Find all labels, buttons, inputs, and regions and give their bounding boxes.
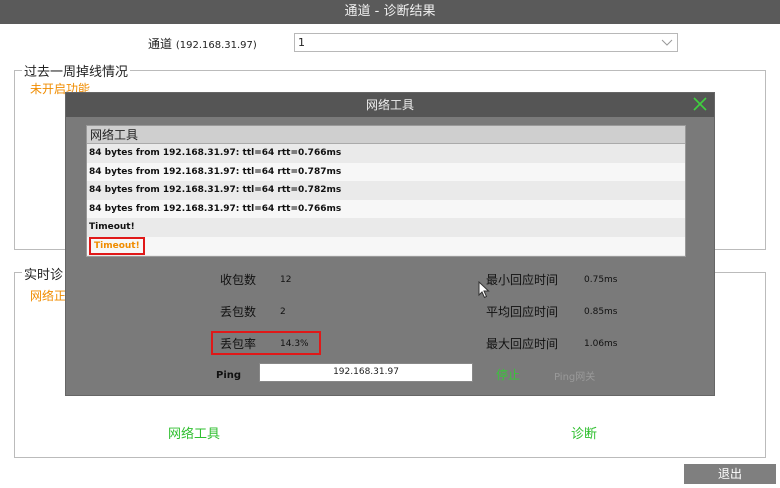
received-value: 12 <box>280 275 292 285</box>
log-row: 84 bytes from 192.168.31.97: ttl=64 rtt=… <box>87 199 685 218</box>
ping-log: 网络工具 84 bytes from 192.168.31.97: ttl=64… <box>86 125 686 257</box>
ping-label: Ping <box>216 370 242 381</box>
channel-select[interactable]: 1 <box>294 33 678 52</box>
max-rtt-label: 最大回应时间 <box>486 337 559 351</box>
lost-label: 丢包数 <box>220 305 257 319</box>
diagnose-button[interactable]: 诊断 <box>571 423 597 442</box>
avg-rtt-value: 0.85ms <box>584 307 618 317</box>
loss-rate-value: 14.3% <box>280 339 309 349</box>
channel-ip: (192.168.31.97) <box>175 40 257 51</box>
realtime-status: 网络正 <box>30 289 67 303</box>
ping-gateway-button[interactable]: Ping网关 <box>554 368 595 383</box>
channel-label-text: 通道 <box>148 37 173 51</box>
window-title: 通道 - 诊断结果 <box>0 0 780 24</box>
min-rtt-value: 0.75ms <box>584 275 618 285</box>
ping-address-input[interactable]: 192.168.31.97 <box>259 363 473 382</box>
log-header: 网络工具 <box>87 126 685 144</box>
log-row: 84 bytes from 192.168.31.97: ttl=64 rtt=… <box>89 185 342 195</box>
min-rtt-label: 最小回应时间 <box>486 273 559 287</box>
max-rtt-value: 1.06ms <box>584 339 618 349</box>
network-tool-dialog: 网络工具 网络工具 84 bytes from 192.168.31.97: t… <box>65 92 715 396</box>
stop-button[interactable]: 停止 <box>496 366 520 383</box>
log-row-error-text: Timeout! <box>89 236 145 255</box>
exit-button[interactable]: 退出 <box>684 464 776 484</box>
channel-label: 通道 (192.168.31.97) <box>148 35 257 52</box>
received-label: 收包数 <box>220 273 257 287</box>
offline-group-title: 过去一周掉线情况 <box>22 61 131 80</box>
log-row: 84 bytes from 192.168.31.97: ttl=64 rtt=… <box>87 162 685 181</box>
avg-rtt-label: 平均回应时间 <box>486 305 559 319</box>
chevron-down-icon <box>661 39 673 46</box>
log-row: 84 bytes from 192.168.31.97: ttl=64 rtt=… <box>89 148 342 158</box>
mouse-cursor-icon <box>478 281 490 299</box>
network-tool-button[interactable]: 网络工具 <box>168 423 220 442</box>
dialog-title: 网络工具 <box>66 93 714 117</box>
log-row: Timeout! <box>89 222 135 232</box>
lost-value: 2 <box>280 307 286 317</box>
realtime-group-title: 实时诊 <box>22 264 66 283</box>
log-row-error: Timeout! <box>87 236 685 255</box>
loss-rate-label: 丢包率 <box>220 337 257 351</box>
channel-select-value: 1 <box>298 36 305 49</box>
close-icon[interactable] <box>692 96 708 112</box>
